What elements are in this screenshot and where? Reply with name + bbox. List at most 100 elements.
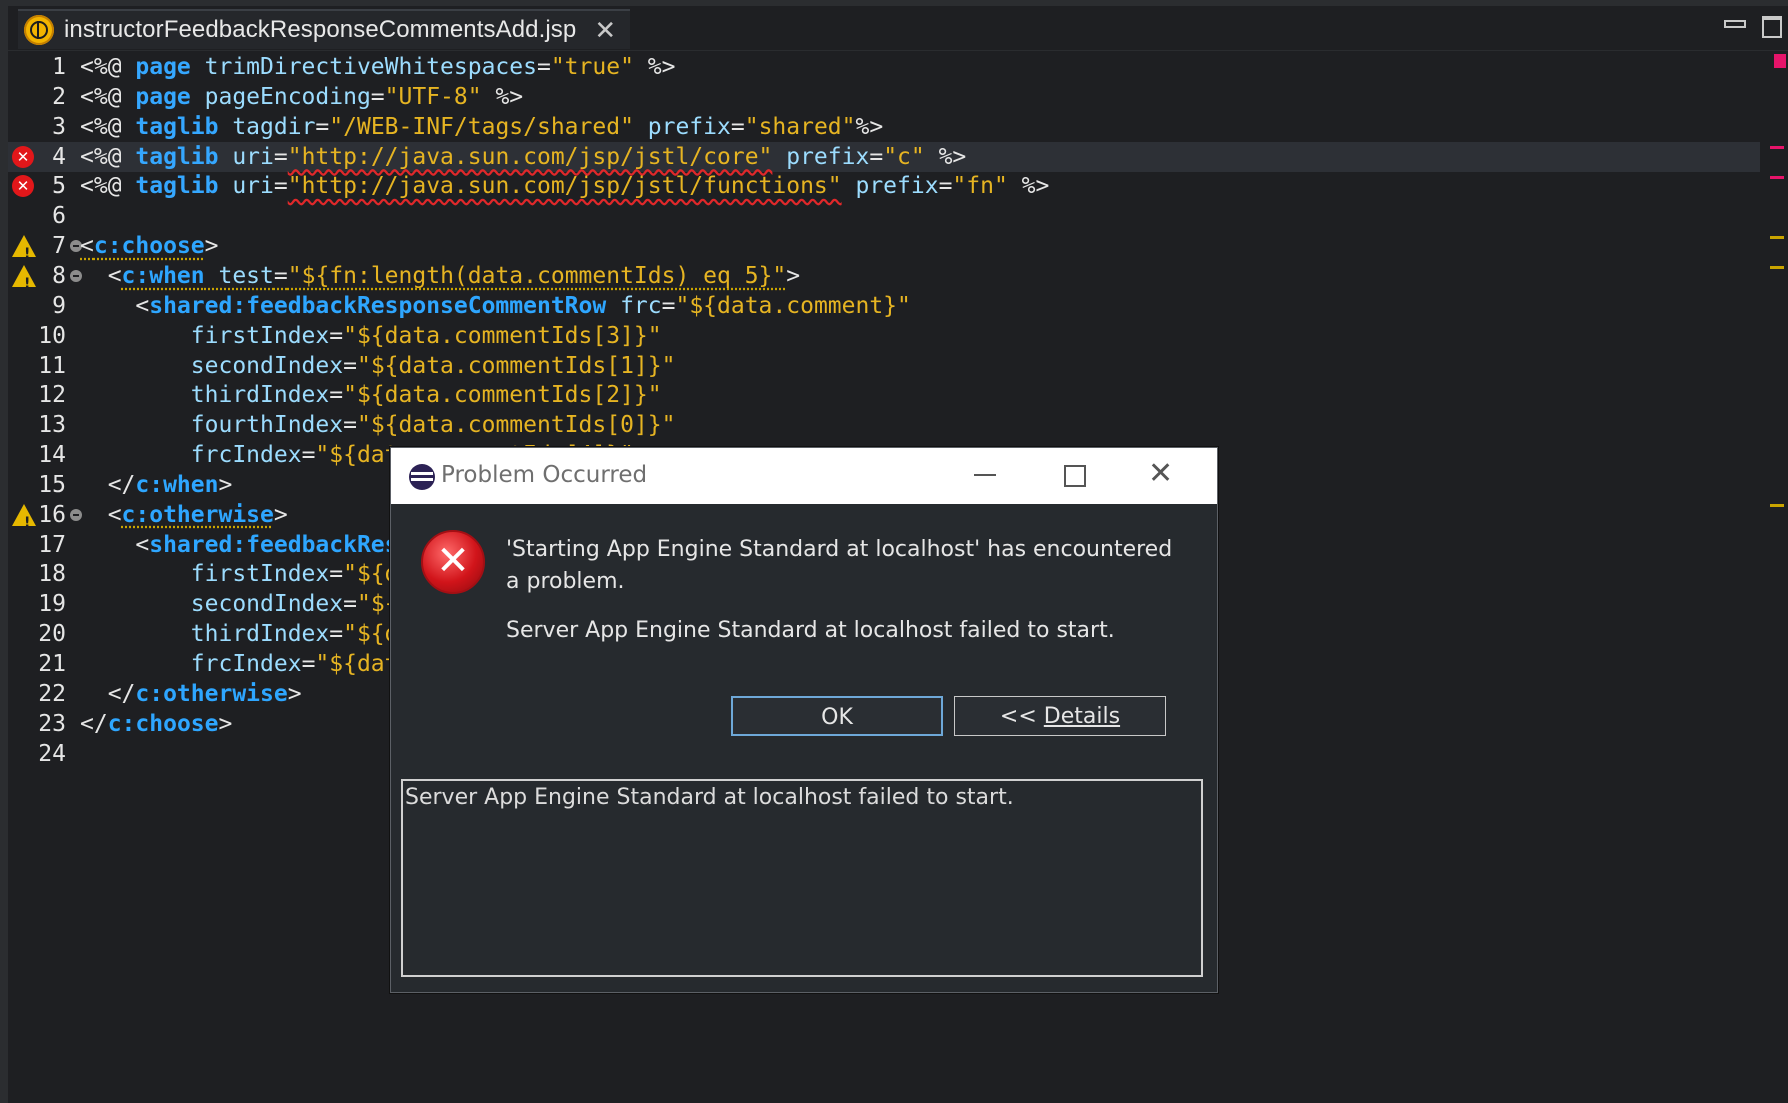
line-number: 8 (52, 262, 66, 289)
code-line[interactable]: 1 <%@ page trimDirectiveWhitespaces="true… (8, 52, 1760, 82)
ruler-error-mark[interactable] (1770, 176, 1784, 179)
code-token: "${data.commentIds[1]}" (356, 352, 676, 379)
code-token: c:otherwise (135, 680, 288, 707)
code-token: "/WEB-INF/tags/shared" (329, 113, 634, 140)
code-text: <%@ page pageEncoding="UTF-8" %> (80, 82, 523, 112)
code-token: uri (218, 143, 274, 170)
line-number: 23 (38, 710, 66, 737)
code-line[interactable]: ✕ 4 <%@ taglib uri="http://java.sun.com/js… (8, 141, 1760, 172)
code-line[interactable]: ! 7 <c:choose> (8, 231, 1760, 262)
details-textarea[interactable]: Server App Engine Standard at localhost … (401, 779, 1203, 977)
maximize-editor-icon[interactable] (1762, 16, 1782, 38)
code-token: > (218, 710, 233, 737)
code-line[interactable]: ! 8 <c:when test="${fn:length(data.commen… (8, 261, 1760, 292)
code-line[interactable]: 6 (8, 201, 1760, 231)
code-text: <shared:feedbackResponseCommentRow frc="… (80, 291, 911, 321)
ok-button[interactable]: OK (731, 696, 943, 736)
code-token: tagdir (218, 113, 316, 140)
code-token: < (80, 262, 122, 289)
code-line[interactable]: 12 thirdIndex="${data.commentIds[2]}" (8, 380, 1760, 410)
left-border (0, 0, 8, 1103)
code-token: = (730, 113, 745, 140)
code-token: c:when (135, 471, 219, 498)
code-token: %> (924, 143, 967, 170)
line-number: 21 (38, 651, 66, 677)
code-token: "${data.commentIds[0]}" (356, 412, 676, 439)
code-token: secondIndex (80, 352, 344, 379)
code-token: > (273, 501, 288, 528)
code-token: </ (80, 710, 108, 737)
dialog-maximize-button[interactable] (1064, 465, 1086, 487)
code-token: = (329, 322, 344, 349)
line-number: 1 (52, 54, 66, 80)
details-prefix: << (999, 704, 1044, 729)
dialog-minimize-button[interactable] (974, 474, 996, 476)
ruler-warning-mark[interactable] (1770, 504, 1784, 507)
code-token: < (80, 292, 150, 319)
code-token: "${data.commentIds[3]}" (343, 322, 662, 349)
code-text: <c:choose> (80, 231, 219, 261)
code-token: c:choose (107, 710, 219, 737)
code-token: <%@ (80, 83, 136, 110)
code-token: <%@ (80, 113, 136, 140)
code-token: < (80, 501, 122, 528)
code-token: page (135, 54, 191, 80)
line-number: 7 (52, 233, 66, 260)
ruler-error-mark[interactable] (1770, 146, 1784, 149)
line-number: 3 (52, 113, 66, 140)
code-token: < (80, 233, 94, 260)
code-token: = (370, 83, 385, 110)
code-token: uri (218, 173, 274, 200)
dialog-reason: Server App Engine Standard at localhost … (506, 618, 1115, 643)
line-number: 15 (38, 471, 66, 498)
jsp-file-icon (24, 15, 54, 45)
code-line[interactable]: 10 firstIndex="${data.commentIds[3]}" (8, 321, 1760, 351)
code-line[interactable]: 9 <shared:feedbackResponseCommentRow frc… (8, 291, 1760, 321)
line-number: 11 (38, 352, 66, 379)
code-token: "${data.commentIds[2]}" (343, 382, 662, 409)
dialog-close-button[interactable]: ✕ (1148, 456, 1173, 491)
code-token: %> (633, 54, 676, 80)
line-number: 24 (38, 740, 66, 767)
code-text: <%@ taglib uri="http://java.sun.com/jsp/… (80, 171, 1049, 201)
line-number: 13 (38, 412, 66, 439)
code-token: = (273, 262, 288, 289)
code-token: test (204, 262, 274, 289)
minimize-editor-icon[interactable] (1724, 20, 1746, 28)
error-summary-icon[interactable] (1774, 54, 1786, 68)
code-text: <%@ taglib uri="http://java.sun.com/jsp/… (80, 142, 966, 172)
line-number: 4 (52, 143, 66, 170)
code-line[interactable]: 11 secondIndex="${data.commentIds[1]}" (8, 351, 1760, 381)
code-token: = (329, 382, 344, 409)
tab-close-icon[interactable]: ✕ (594, 17, 616, 43)
line-number: 16 (38, 501, 66, 528)
code-text: <c:otherwise> (80, 500, 288, 530)
line-number: 20 (38, 621, 66, 648)
code-token: = (273, 173, 288, 200)
editor-tab[interactable]: instructorFeedbackResponseCommentsAdd.js… (18, 9, 631, 49)
code-line[interactable]: 13 fourthIndex="${data.commentIds[0]}" (8, 410, 1760, 440)
code-token: = (301, 442, 316, 469)
code-token: "UTF-8" (384, 83, 482, 110)
code-text: secondIndex="${data.commentIds[1]}" (80, 351, 676, 381)
code-token: shared:feedbackResponseCommentRow (149, 292, 607, 319)
details-button[interactable]: << Details (954, 696, 1166, 736)
overview-ruler[interactable] (1766, 52, 1788, 1103)
code-text: firstIndex="${data.commentIds[3]}" (80, 321, 662, 351)
code-text: fourthIndex="${data.commentIds[0]}" (80, 410, 676, 440)
line-number: 6 (52, 203, 66, 230)
code-token: trimDirectiveWhitespaces (190, 54, 537, 80)
code-line[interactable]: 2 <%@ page pageEncoding="UTF-8" %> (8, 82, 1760, 112)
code-token: %> (855, 113, 884, 140)
code-line[interactable]: 3 <%@ taglib tagdir="/WEB-INF/tags/shared… (8, 112, 1760, 142)
ruler-warning-mark[interactable] (1770, 236, 1784, 239)
ruler-warning-mark[interactable] (1770, 266, 1784, 269)
line-number: 5 (52, 173, 66, 200)
line-number: 12 (38, 382, 66, 409)
code-line[interactable]: ✕ 5 <%@ taglib uri="http://java.sun.com/js… (8, 171, 1760, 201)
code-token: frc (606, 292, 662, 319)
tab-bar: instructorFeedbackResponseCommentsAdd.js… (8, 6, 1788, 51)
code-token: = (315, 113, 330, 140)
line-number: 18 (38, 561, 66, 588)
code-token: = (329, 621, 344, 648)
